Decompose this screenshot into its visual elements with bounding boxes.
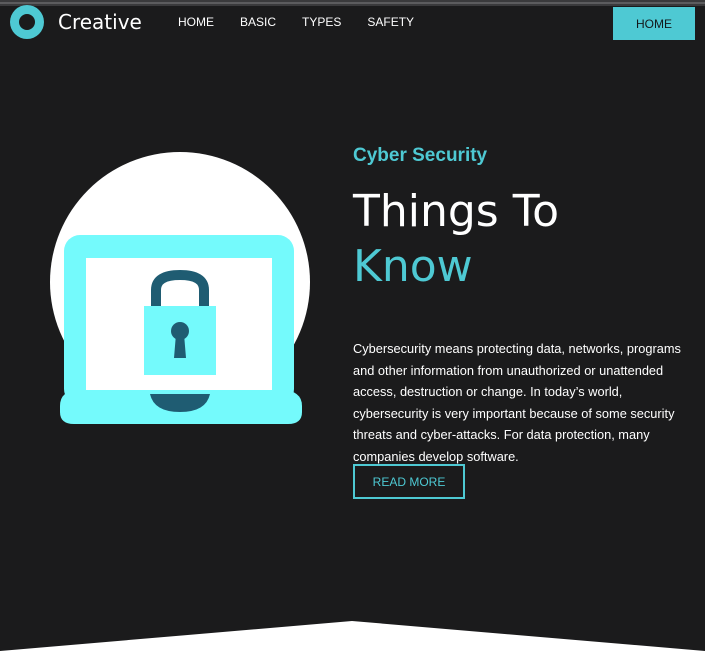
hero-title-line2: Know	[353, 241, 473, 292]
nav-types-link[interactable]: TYPES	[302, 15, 341, 29]
nav-home-link[interactable]: HOME	[178, 15, 214, 29]
main-nav: HOME BASIC TYPES SAFETY	[178, 15, 440, 29]
bottom-wave-divider	[0, 621, 705, 662]
laptop-lock-icon	[50, 152, 310, 424]
nav-safety-link[interactable]: SAFETY	[367, 15, 414, 29]
nav-basic-link[interactable]: BASIC	[240, 15, 276, 29]
hero-text: Cyber Security Things To Know Cybersecur…	[353, 145, 698, 468]
hero-title-line1: Things To	[353, 186, 560, 237]
logo-ring-icon	[10, 5, 44, 39]
read-more-button[interactable]: READ MORE	[353, 464, 465, 499]
keyhole-slot	[174, 334, 186, 358]
logo-text: Creative	[58, 10, 142, 34]
hero-eyebrow: Cyber Security	[353, 145, 488, 166]
logo[interactable]: Creative	[10, 5, 142, 39]
hero-title: Things To Know	[353, 184, 698, 294]
hero-description: Cybersecurity means protecting data, net…	[353, 341, 681, 464]
home-button[interactable]: HOME	[613, 7, 695, 40]
bottom-white-shape	[0, 621, 705, 662]
